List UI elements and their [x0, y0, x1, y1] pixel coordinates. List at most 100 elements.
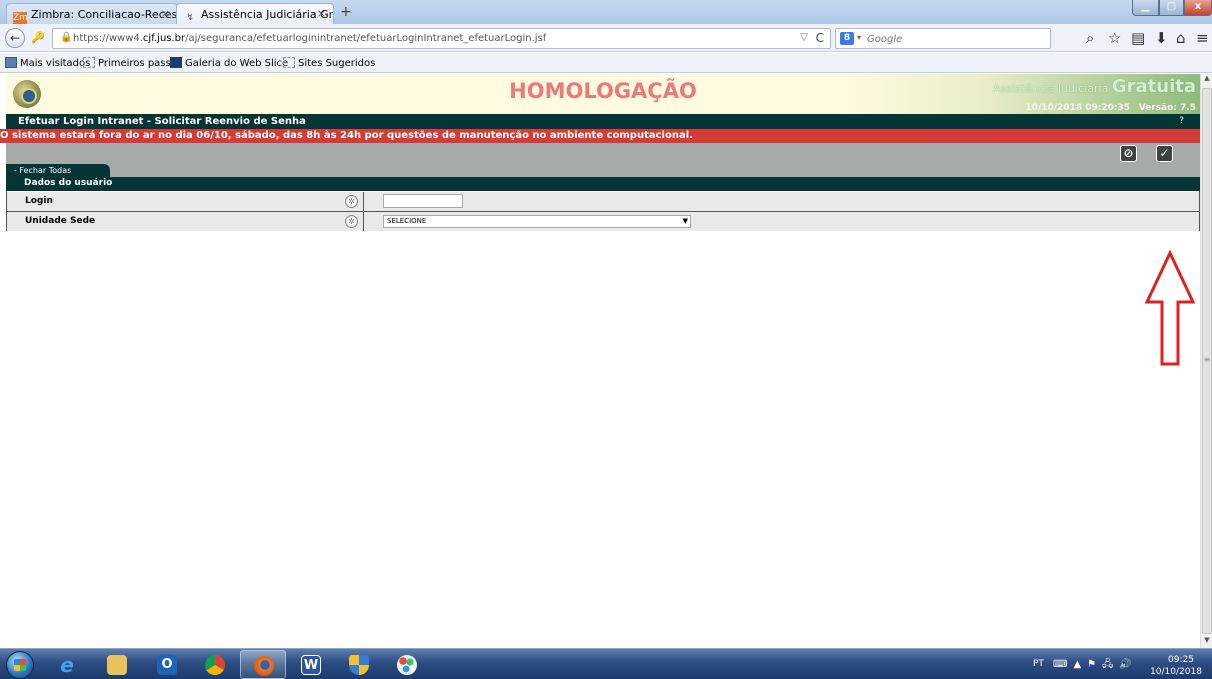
volume-icon[interactable]: 🔊 — [1119, 659, 1137, 670]
bookmark-primeiros-passos[interactable]: Primeiros passos — [83, 57, 182, 69]
page-icon — [83, 57, 95, 68]
form-row-unidade-sede: Unidade Sede ✲ SELECIONE ▼ — [7, 212, 1199, 231]
bookmark-sites-sugeridos[interactable]: Sites Sugeridos — [283, 57, 375, 69]
reload-icon[interactable]: C — [816, 31, 824, 45]
tab-label: Zimbra: Conciliacao-Reces... — [31, 8, 178, 21]
alert-text: O sistema estará fora do ar no dia 06/10… — [0, 130, 693, 141]
section-header: Dados do usuário — [6, 177, 1200, 191]
clock-date[interactable]: 10/10/2018 — [1146, 667, 1206, 677]
login-input[interactable] — [383, 194, 463, 208]
page-scrollbar[interactable]: ▲ ≡ ▼ — [1200, 74, 1212, 648]
outlook-icon: O — [157, 655, 177, 675]
browser-nav-bar: ← 🔑 🔒 https://www4.cjf.jus.br/aj/seguran… — [0, 24, 1212, 52]
cancel-button[interactable]: ⊘ — [1120, 145, 1137, 162]
search-input[interactable] — [867, 32, 1017, 46]
web-slice-icon — [170, 57, 182, 68]
security-shield-icon — [349, 655, 369, 675]
user-data-form: Login ✲ Unidade Sede ✲ SELECIONE ▼ — [6, 191, 1200, 231]
bookmark-mais-visitados[interactable]: Mais visitados — [5, 57, 90, 69]
url-dropdown-icon[interactable]: ▽ — [800, 32, 808, 43]
maintenance-alert: O sistema estará fora do ar no dia 06/10… — [0, 129, 1200, 143]
select-value: SELECIONE — [387, 217, 427, 225]
address-bar[interactable]: 🔒 https://www4.cjf.jus.br/aj/seguranca/e… — [52, 28, 831, 49]
word-icon: W — [301, 655, 321, 675]
scroll-down-arrow[interactable]: ▼ — [1202, 636, 1212, 648]
tab-label: Assistência Judiciária Gratu... — [201, 8, 334, 21]
taskbar-paint[interactable] — [384, 650, 430, 679]
server-datetime: 10/10/2018 09:20:35 — [1025, 103, 1130, 113]
site-identity-icon[interactable]: 🔑 — [31, 31, 45, 44]
close-tab-icon[interactable]: × — [317, 7, 326, 20]
internet-explorer-icon: e — [60, 653, 74, 677]
bookmarks-bar: Mais visitados Primeiros passos Galeria … — [0, 53, 1212, 73]
clock-time[interactable]: 09:25 — [1159, 655, 1203, 665]
bookmark-galeria-web-slice[interactable]: Galeria do Web Slice — [170, 57, 288, 69]
paint-icon — [397, 655, 417, 675]
menu-icon[interactable]: ≡ — [1196, 29, 1209, 47]
search-icon[interactable]: ⌕ — [1086, 29, 1094, 47]
app-logo: Assistência Judiciária Gratuita — [992, 76, 1196, 97]
chrome-icon — [205, 655, 225, 675]
taskbar-outlook[interactable]: O — [144, 650, 190, 679]
taskbar-chrome[interactable] — [192, 650, 238, 679]
start-button[interactable] — [6, 651, 34, 679]
close-tab-icon[interactable]: × — [161, 7, 170, 20]
firefox-icon — [254, 656, 274, 676]
chevron-down-icon: ▼ — [682, 217, 688, 225]
file-explorer-icon — [107, 655, 127, 675]
app-header: HOMOLOGAÇÃO Assistência Judiciária Gratu… — [6, 74, 1200, 114]
network-icon[interactable]: 🖧 — [1102, 659, 1119, 670]
app-version: Versão: 7.5 — [1138, 103, 1196, 113]
field-label-cell: Unidade Sede ✲ — [7, 212, 364, 231]
page-viewport: HOMOLOGAÇÃO Assistência Judiciária Gratu… — [0, 74, 1200, 648]
required-field-icon: ✲ — [345, 215, 358, 228]
language-indicator[interactable]: PT — [1033, 659, 1044, 669]
search-engine-icon[interactable]: 8 — [840, 32, 854, 45]
taskbar-file-explorer[interactable] — [94, 650, 140, 679]
taskbar-security[interactable] — [336, 650, 382, 679]
scroll-up-arrow[interactable]: ▲ — [1202, 74, 1212, 86]
downloads-icon[interactable]: ⬇ — [1155, 29, 1168, 47]
home-icon[interactable]: ⌂ — [1176, 29, 1186, 47]
bookmarks-menu-icon[interactable]: ▤ — [1131, 29, 1145, 47]
folder-icon — [5, 57, 17, 68]
windows-taskbar: e O W PT ⌨▲⚑🖧🔊 09:25 10/10/2018 — [0, 648, 1212, 679]
browser-tab-bar: Zm Zimbra: Conciliacao-Reces... × ↯ Assist… — [0, 0, 1212, 24]
page-icon — [283, 57, 295, 68]
taskbar-internet-explorer[interactable]: e — [44, 650, 90, 679]
url-text[interactable]: https://www4.cjf.jus.br/aj/seguranca/efe… — [73, 33, 546, 44]
browser-tab-assistencia[interactable]: ↯ Assistência Judiciária Gratu... × — [176, 3, 334, 24]
close-window-button[interactable]: x — [1184, 0, 1212, 16]
help-link[interactable]: ? — [1179, 116, 1184, 126]
scroll-grip-icon: ≡ — [1203, 355, 1211, 364]
page-title-bar: Efetuar Login Intranet - Solicitar Reenv… — [6, 114, 1200, 129]
system-tray[interactable]: ⌨▲⚑🖧🔊 — [1053, 657, 1138, 674]
annotation-arrow — [1144, 250, 1196, 366]
page-icon: ↯ — [186, 13, 194, 23]
search-engine-dropdown-icon[interactable]: ▾ — [857, 33, 861, 42]
show-hidden-icons[interactable]: ▲ — [1073, 659, 1087, 670]
page-title: Efetuar Login Intranet - Solicitar Reenv… — [18, 116, 306, 127]
taskbar-firefox[interactable] — [240, 650, 286, 679]
taskbar-word[interactable]: W — [288, 650, 334, 679]
required-field-icon: ✲ — [345, 195, 358, 208]
unidade-sede-label: Unidade Sede — [25, 216, 96, 226]
tab-fechar-todas[interactable]: - Fechar Todas — [6, 164, 110, 177]
action-center-icon[interactable]: ⚑ — [1087, 659, 1102, 670]
field-label-cell: Login ✲ — [7, 192, 364, 211]
zimbra-icon: Zm — [13, 12, 28, 24]
confirm-button[interactable]: ✓ — [1156, 145, 1173, 162]
back-button[interactable]: ← — [5, 28, 25, 48]
search-box[interactable]: 8 ▾ — [835, 28, 1051, 49]
browser-tab-zimbra[interactable]: Zm Zimbra: Conciliacao-Reces... × — [6, 3, 178, 24]
lock-icon: 🔒 — [60, 32, 73, 43]
scroll-thumb[interactable]: ≡ — [1202, 88, 1212, 634]
maximize-window-button[interactable]: ▢ — [1159, 0, 1184, 16]
form-row-login: Login ✲ — [7, 192, 1199, 211]
minimize-window-button[interactable]: ▁ — [1132, 0, 1159, 16]
login-label: Login — [25, 196, 53, 206]
bookmark-star-icon[interactable]: ☆ — [1108, 29, 1121, 47]
keyboard-icon[interactable]: ⌨ — [1053, 659, 1073, 670]
unidade-sede-select[interactable]: SELECIONE ▼ — [383, 215, 691, 228]
new-tab-button[interactable]: + — [340, 4, 352, 20]
